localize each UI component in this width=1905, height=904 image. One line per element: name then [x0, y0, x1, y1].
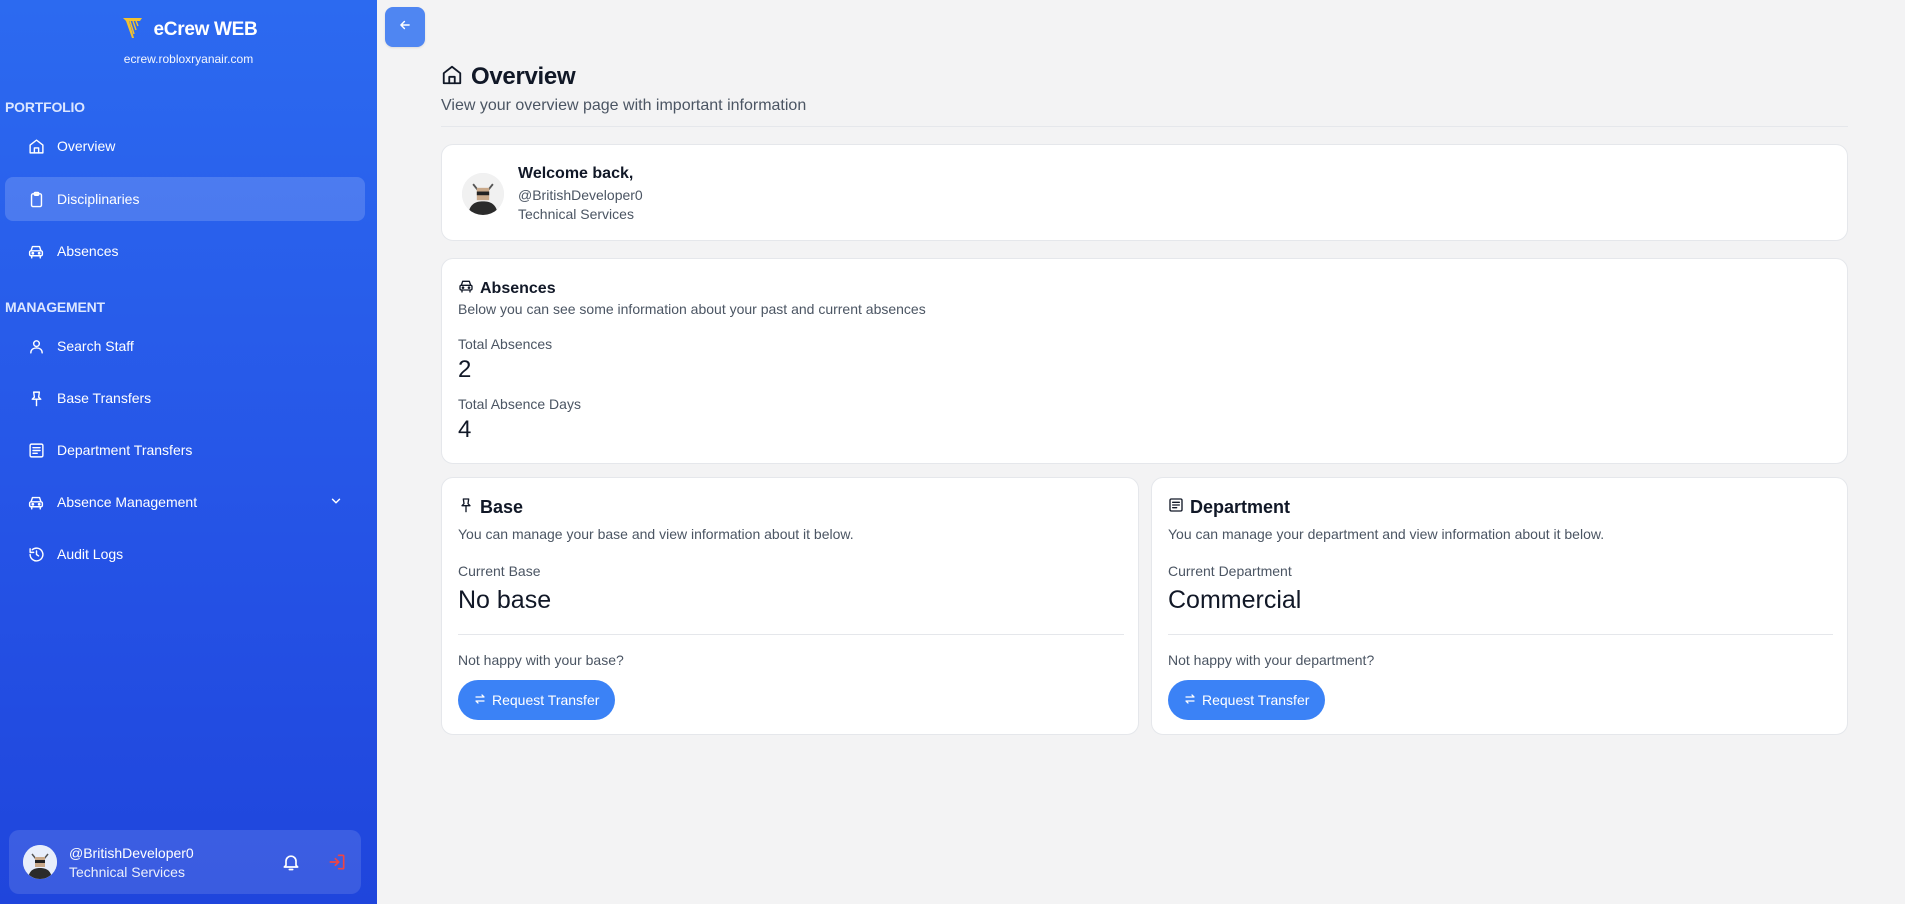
car-icon [458, 278, 474, 299]
pin-icon [458, 497, 474, 518]
sidebar-item-label: Department Transfers [57, 442, 193, 458]
welcome-department: Technical Services [518, 206, 634, 222]
total-absences-label: Total Absences [458, 336, 553, 352]
page-title-text: Overview [471, 63, 576, 90]
divider [458, 634, 1124, 635]
base-card-header: Base [458, 497, 523, 518]
arrow-left-icon [398, 18, 412, 37]
absences-card: Absences Below you can see some informat… [441, 258, 1848, 464]
sidebar-item-department-transfers[interactable]: Department Transfers [5, 428, 365, 472]
pin-icon [27, 389, 45, 407]
department-card: Department You can manage your departmen… [1151, 477, 1848, 735]
absences-description: Below you can see some information about… [458, 301, 926, 317]
request-base-transfer-button[interactable]: Request Transfer [458, 680, 616, 720]
base-prompt: Not happy with your base? [458, 652, 624, 668]
sidebar-item-label: Absence Management [57, 494, 198, 510]
sidebar-item-disciplinaries[interactable]: Disciplinaries [5, 177, 365, 221]
newspaper-icon [27, 441, 45, 459]
current-base-label: Current Base [458, 563, 541, 579]
home-icon [27, 137, 45, 155]
current-department-label: Current Department [1168, 563, 1292, 579]
sidebar-item-label: Disciplinaries [57, 191, 140, 207]
home-icon [441, 64, 463, 91]
current-department-value: Commercial [1168, 586, 1302, 614]
current-base-value: No base [458, 586, 552, 614]
sidebar-item-absence-management[interactable]: Absence Management [5, 480, 365, 524]
page-subtitle: View your overview page with important i… [441, 97, 807, 114]
sidebar-item-audit-logs[interactable]: Audit Logs [5, 532, 365, 576]
sidebar-item-overview[interactable]: Overview [5, 124, 365, 168]
logout-icon[interactable] [327, 852, 347, 872]
total-absence-days-label: Total Absence Days [458, 396, 581, 412]
absences-card-header: Absences [458, 278, 556, 299]
swap-icon [474, 692, 486, 708]
car-icon [27, 242, 45, 260]
car-icon [27, 493, 45, 511]
avatar [462, 173, 504, 215]
user-username: @BritishDeveloper0 [69, 844, 194, 861]
harp-logo-icon [120, 14, 146, 45]
welcome-greeting: Welcome back, [518, 165, 634, 182]
base-title: Base [480, 497, 524, 517]
total-absence-days-value: 4 [458, 416, 472, 443]
newspaper-icon [1168, 497, 1184, 518]
welcome-username: @BritishDeveloper0 [518, 187, 643, 203]
chevron-down-icon[interactable] [329, 494, 343, 508]
welcome-card: Welcome back, @BritishDeveloper0 Technic… [441, 144, 1848, 241]
avatar[interactable] [23, 845, 57, 879]
divider [1168, 634, 1833, 635]
sidebar-item-search-staff[interactable]: Search Staff [5, 324, 365, 368]
request-transfer-label: Request Transfer [1202, 692, 1310, 708]
page-title: Overview [441, 63, 576, 91]
department-card-header: Department [1168, 497, 1290, 518]
clipboard-icon [27, 190, 45, 208]
request-transfer-label: Request Transfer [492, 692, 600, 708]
brand-url: ecrew.robloxryanair.com [123, 52, 254, 66]
section-label-portfolio: PORTFOLIO [5, 99, 85, 115]
user-role: Technical Services [69, 863, 185, 880]
sidebar-item-label: Base Transfers [57, 390, 152, 406]
absences-title: Absences [480, 279, 556, 297]
department-title: Department [1190, 497, 1291, 517]
history-icon [27, 545, 45, 563]
section-label-management: MANAGEMENT [5, 299, 105, 315]
bell-icon[interactable] [281, 852, 301, 872]
base-description: You can manage your base and view inform… [458, 526, 854, 542]
user-icon [27, 337, 45, 355]
brand-title: eCrew WEB [153, 18, 258, 40]
sidebar: eCrew WEB ecrew.robloxryanair.com PORTFO… [0, 0, 377, 904]
sidebar-item-label: Search Staff [57, 338, 134, 354]
base-card: Base You can manage your base and view i… [441, 477, 1139, 735]
user-card: @BritishDeveloper0 Technical Services [9, 830, 361, 894]
divider [441, 126, 1848, 127]
sidebar-item-label: Absences [57, 243, 119, 259]
request-department-transfer-button[interactable]: Request Transfer [1168, 680, 1326, 720]
brand: eCrew WEB ecrew.robloxryanair.com [0, 14, 377, 66]
total-absences-value: 2 [458, 356, 472, 383]
department-description: You can manage your department and view … [1168, 526, 1605, 542]
sidebar-item-base-transfers[interactable]: Base Transfers [5, 376, 365, 420]
department-prompt: Not happy with your department? [1168, 652, 1375, 668]
sidebar-item-label: Overview [57, 138, 116, 154]
sidebar-item-label: Audit Logs [57, 546, 124, 562]
swap-icon [1184, 692, 1196, 708]
collapse-sidebar-button[interactable] [385, 7, 425, 47]
sidebar-item-absences[interactable]: Absences [5, 229, 365, 273]
